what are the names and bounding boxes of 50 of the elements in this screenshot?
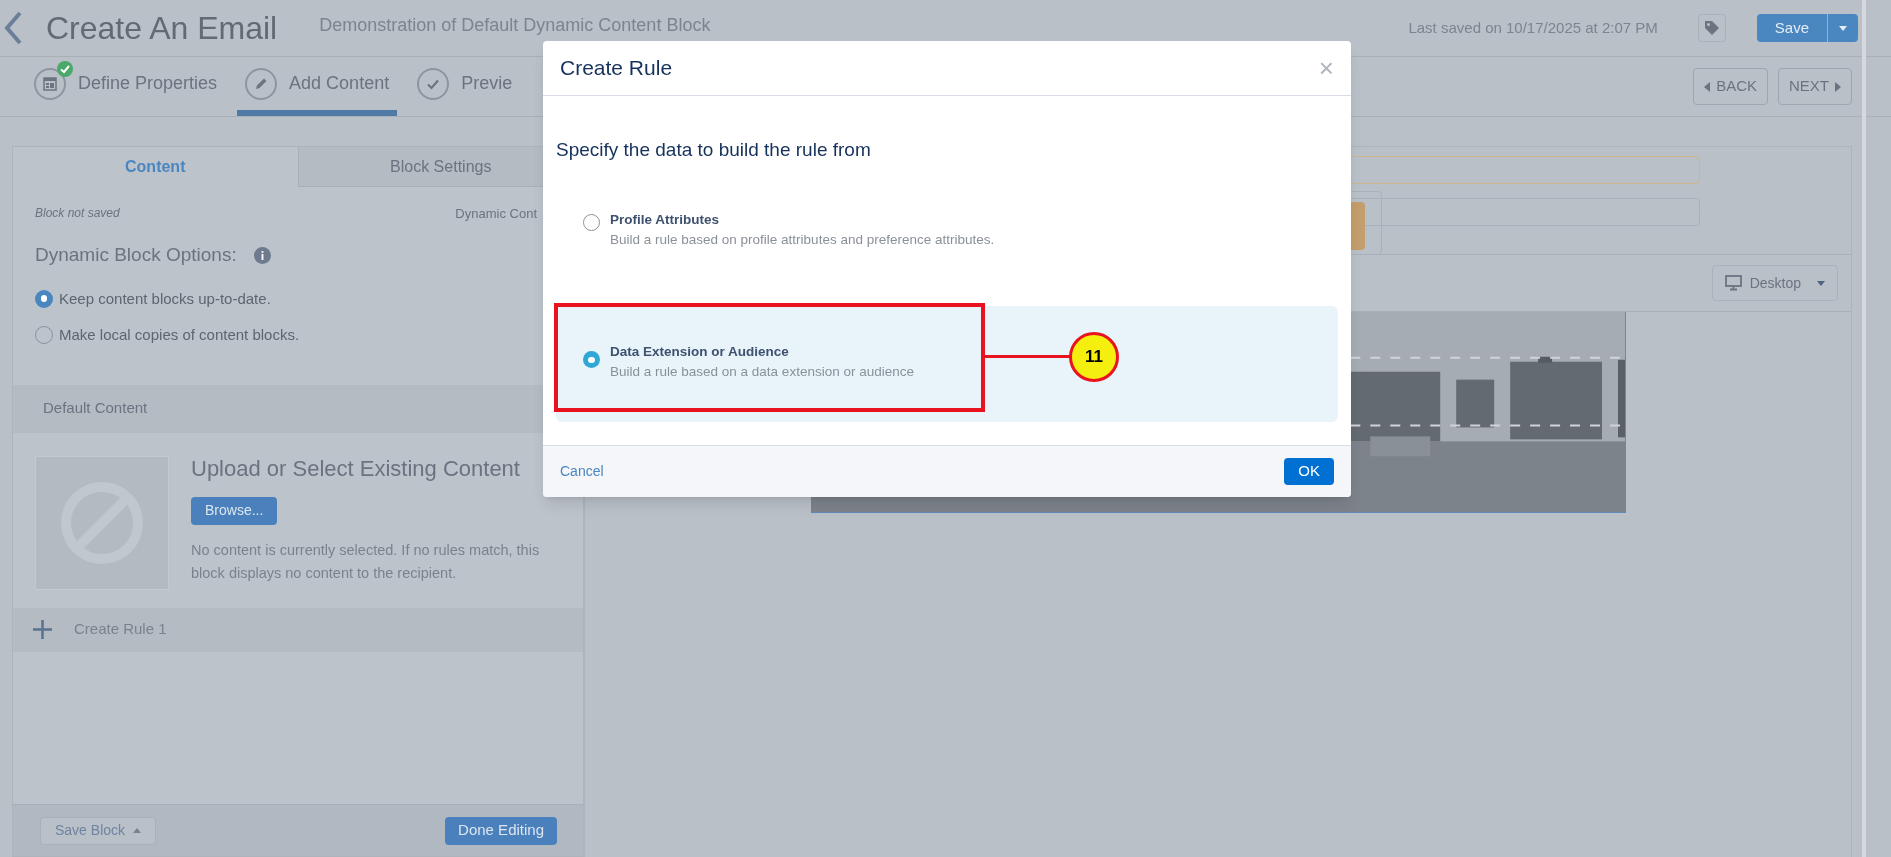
save-button[interactable]: Save [1756,14,1827,42]
step-label: Add Content [289,72,390,95]
caret-left-icon [1704,81,1711,92]
no-content-note: No content is currently selected. If no rules match, this block displays no content to the recipient. [191,540,541,583]
last-saved-text: Last saved on 10/17/2025 at 2:07 PM [1408,17,1658,38]
cancel-link[interactable]: Cancel [560,461,604,482]
browse-button[interactable]: Browse... [191,496,278,525]
upload-heading: Upload or Select Existing Content [191,454,521,483]
device-dropdown[interactable]: Desktop [1711,265,1838,301]
option-description: Build a rule based on profile attributes and preference attributes. [610,230,995,249]
email-subtitle: Demonstration of Default Dynamic Content Block [319,14,711,37]
save-status-text: Block not saved [35,205,120,222]
caret-right-icon [1835,81,1841,92]
step-label: Previe [461,72,513,95]
ok-button[interactable]: OK [1284,458,1334,485]
wizard-step[interactable]: Previe [409,57,521,116]
check-badge-icon [57,60,73,77]
back-chevron-icon[interactable] [4,11,22,45]
radio-button[interactable] [35,289,53,308]
tag-icon [1703,20,1720,36]
create-rule-row[interactable]: Create Rule 1 [13,607,583,652]
option-description: Build a rule based on a data extension or audience [610,363,914,382]
save-block-button[interactable]: Save Block [40,816,157,845]
dialog-title: Create Rule [560,55,673,82]
back-button[interactable]: BACK [1693,68,1768,105]
plus-icon [33,620,52,639]
close-button[interactable]: × [1318,55,1334,81]
option-title: Data Extension or Audience [610,343,790,361]
step-label: Define Properties [78,72,218,95]
done-editing-button[interactable]: Done Editing [445,816,557,845]
option-label: Keep content blocks up-to-date. [59,288,271,309]
table-icon [43,76,57,91]
next-button[interactable]: NEXT [1778,68,1852,105]
tag-button[interactable] [1697,14,1726,42]
info-icon[interactable] [253,246,271,264]
caret-up-icon [133,828,142,833]
caret-icon [1839,25,1847,31]
option-label: Make local copies of content blocks. [59,325,300,345]
save-menu-button[interactable] [1827,14,1858,42]
data-source-option[interactable]: Profile Attributes Build a rule based on profile attributes and preference attributes. [556,206,1338,250]
wizard-step[interactable]: Add Content [237,57,398,116]
options-heading: Dynamic Block Options: [35,243,237,267]
block-type-text: Dynamic Cont [455,205,537,223]
monitor-icon [1724,275,1742,291]
page-title: Create An Email [46,9,278,48]
radio-button[interactable] [583,351,600,369]
wizard-step[interactable]: Define Properties [26,57,226,116]
option-title: Profile Attributes [610,210,720,229]
caret-icon [1817,280,1825,286]
create-rule-label: Create Rule 1 [74,619,167,640]
